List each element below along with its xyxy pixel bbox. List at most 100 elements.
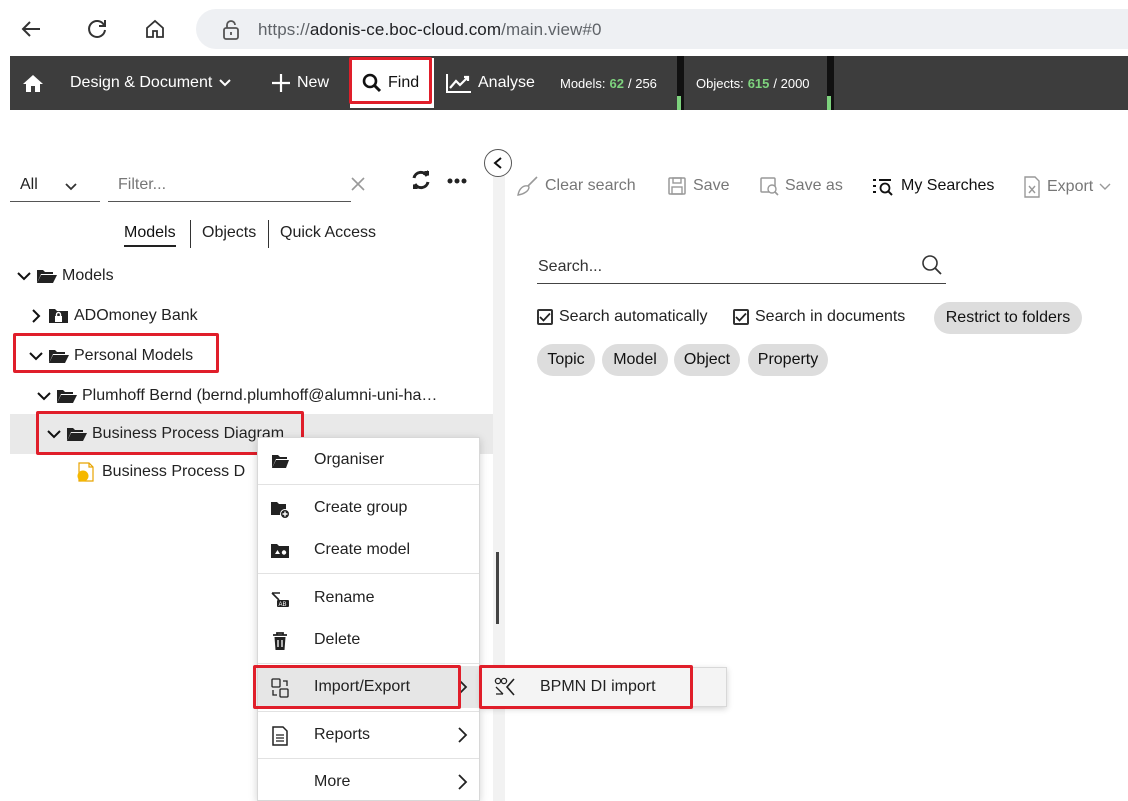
tab-quick-access-label: Quick Access xyxy=(280,224,377,241)
tab-models[interactable]: Models xyxy=(124,224,176,247)
objects-quota-fill xyxy=(827,96,831,110)
menu-separator xyxy=(258,663,479,664)
menu-item-create-group[interactable]: Create group xyxy=(258,487,479,529)
design-document-menu[interactable]: Design & Document xyxy=(70,56,232,110)
menu-item-reports[interactable]: Reports xyxy=(258,714,479,756)
tree-item-label: Personal Models xyxy=(74,347,194,364)
menu-item-more[interactable]: More xyxy=(258,761,479,801)
search-toolbar: Clear search Save Save as My Searches Ex… xyxy=(505,160,1128,212)
submenu-item-bpmn-di-import[interactable]: BPMN DI import xyxy=(482,668,726,706)
design-document-label: Design & Document xyxy=(70,74,213,91)
my-searches-label: My Searches xyxy=(901,177,995,194)
search-input[interactable]: Search... xyxy=(537,248,946,284)
search-automatically-checkbox[interactable]: Search automatically xyxy=(537,308,708,326)
chip-property[interactable]: Property xyxy=(748,344,828,376)
analyse-label: Analyse xyxy=(478,74,535,91)
menu-item-label: More xyxy=(314,773,351,790)
chip-object[interactable]: Object xyxy=(674,344,740,376)
models-max: / 256 xyxy=(628,75,657,91)
broom-icon xyxy=(517,176,538,196)
trash-icon xyxy=(273,632,287,650)
tab-objects-label: Objects xyxy=(202,224,257,241)
tree-item-label: Business Process D xyxy=(102,463,246,480)
models-counter-label: Models: xyxy=(560,75,606,91)
search-icon[interactable] xyxy=(921,254,943,276)
save-label: Save xyxy=(693,177,730,194)
refresh-icon[interactable] xyxy=(411,170,431,190)
search-automatically-label: Search automatically xyxy=(559,308,708,325)
my-searches-button[interactable]: My Searches xyxy=(871,176,994,196)
search-in-documents-label: Search in documents xyxy=(755,308,906,325)
chevron-down-icon xyxy=(219,79,232,87)
restrict-to-folders-chip[interactable]: Restrict to folders xyxy=(934,302,1082,334)
chip-label: Model xyxy=(613,351,657,368)
chip-label: Topic xyxy=(547,351,585,368)
chip-label: Object xyxy=(683,351,731,368)
menu-item-label: Delete xyxy=(314,631,361,648)
filter-scope-select[interactable]: All xyxy=(10,172,100,202)
chevron-down-icon[interactable] xyxy=(16,268,32,284)
filter-input[interactable]: Filter... xyxy=(108,172,351,202)
clear-search-button[interactable]: Clear search xyxy=(517,176,636,196)
menu-item-organiser[interactable]: Organiser xyxy=(258,439,479,481)
menu-item-import-export[interactable]: Import/Export xyxy=(258,666,479,708)
menu-separator xyxy=(258,758,479,759)
new-label: New xyxy=(297,74,330,91)
tab-divider xyxy=(268,220,269,248)
find-label: Find xyxy=(388,74,420,91)
menu-separator xyxy=(258,484,479,485)
bpmn-import-icon xyxy=(494,677,515,696)
chevron-down-icon[interactable] xyxy=(36,388,52,404)
home-button[interactable] xyxy=(22,56,44,110)
context-menu: Organiser Create group Create model AB R… xyxy=(257,437,480,801)
save-button[interactable]: Save xyxy=(667,176,729,196)
splitter-handle[interactable] xyxy=(496,552,499,624)
objects-max: / 2000 xyxy=(773,75,810,91)
chevron-down-icon[interactable] xyxy=(28,348,44,364)
import-export-submenu: BPMN DI import xyxy=(481,667,727,707)
chevron-right-icon xyxy=(458,679,468,695)
tree-item-bpd-model[interactable]: Business Process D xyxy=(74,452,245,492)
reload-icon[interactable] xyxy=(84,16,110,42)
url-text[interactable]: https://adonis-ce.boc-cloud.com/main.vie… xyxy=(258,20,602,40)
import-export-icon xyxy=(271,678,289,698)
chevron-right-icon[interactable] xyxy=(28,308,44,324)
export-button[interactable]: Export xyxy=(1023,176,1117,198)
chevron-right-icon xyxy=(458,727,468,743)
chip-model[interactable]: Model xyxy=(602,344,668,376)
tree-item-label: Models xyxy=(62,267,114,284)
menu-item-label: Rename xyxy=(314,589,375,606)
tree-item-user-folder[interactable]: Plumhoff Bernd (bernd.plumhoff@alumni-un… xyxy=(36,376,437,416)
more-options-icon[interactable] xyxy=(447,178,467,184)
search-in-documents-checkbox[interactable]: Search in documents xyxy=(733,308,905,326)
folder-add-icon xyxy=(271,502,290,519)
clear-filter-icon[interactable] xyxy=(350,176,366,192)
analyse-button[interactable]: Analyse xyxy=(446,56,535,110)
menu-item-label: Organiser xyxy=(314,451,385,468)
tree-item-adomoney-bank[interactable]: ADOmoney Bank xyxy=(28,296,198,336)
export-label: Export xyxy=(1047,178,1094,195)
organiser-icon xyxy=(272,455,289,468)
home-icon[interactable] xyxy=(142,16,168,42)
models-counter: Models: 62 / 256 xyxy=(560,56,657,110)
menu-item-create-model[interactable]: Create model xyxy=(258,529,479,571)
objects-count: 615 xyxy=(747,75,770,91)
back-icon[interactable] xyxy=(18,16,44,42)
save-as-button[interactable]: Save as xyxy=(759,176,843,196)
chip-topic[interactable]: Topic xyxy=(537,344,595,376)
menu-separator xyxy=(258,573,479,574)
tab-objects[interactable]: Objects xyxy=(202,224,256,242)
tab-quick-access[interactable]: Quick Access xyxy=(280,224,376,242)
chevron-down-icon[interactable] xyxy=(46,426,62,442)
site-info-icon[interactable] xyxy=(218,17,244,43)
tab-models-label: Models xyxy=(124,224,176,247)
menu-item-rename[interactable]: AB Rename xyxy=(258,577,479,619)
find-button[interactable]: Find xyxy=(350,58,434,108)
menu-item-delete[interactable]: Delete xyxy=(258,619,479,661)
tree-item-personal-models[interactable]: Personal Models xyxy=(28,336,193,376)
tree-item-label: ADOmoney Bank xyxy=(74,307,198,324)
tree-item-models[interactable]: Models xyxy=(16,256,114,296)
menu-item-label: Create model xyxy=(314,541,411,558)
new-button[interactable]: New xyxy=(271,56,329,110)
objects-counter-label: Objects: xyxy=(696,75,744,91)
